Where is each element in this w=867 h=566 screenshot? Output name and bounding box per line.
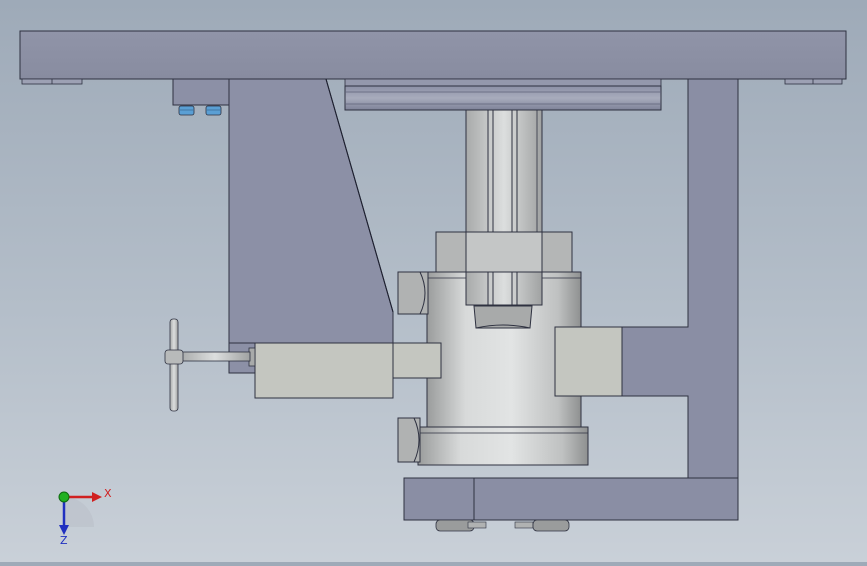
top-plate	[19, 30, 847, 85]
upper-port-boss	[397, 271, 429, 315]
right-clamp-block	[554, 326, 623, 397]
base-foot-2	[532, 519, 570, 532]
t-handle-hub	[164, 349, 184, 365]
right-clamp-assembly	[554, 326, 623, 397]
top-disc	[344, 78, 662, 111]
assembly-drawing	[19, 30, 847, 532]
cad-viewport[interactable]: X Z	[0, 0, 867, 562]
left-clamp-plunger	[392, 342, 442, 379]
bolt-head-left-2	[205, 105, 222, 116]
right-frame-post	[621, 78, 739, 479]
left-clamp-block	[254, 342, 394, 399]
base-plate	[403, 477, 739, 532]
left-bracket	[172, 78, 394, 344]
clamp-screw	[179, 351, 251, 362]
t-handle-bar	[169, 318, 179, 412]
bolt-head-left-1	[178, 105, 195, 116]
